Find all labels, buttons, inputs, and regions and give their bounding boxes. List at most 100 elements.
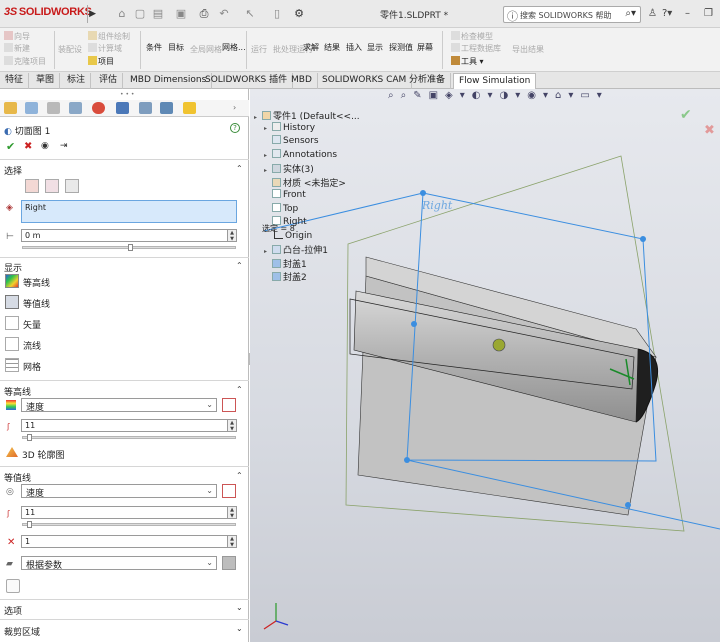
offset-spinner[interactable]: ▲ ▼ (227, 230, 236, 241)
help-search-input[interactable]: ⓘ 搜索 SOLIDWORKS 帮助 ⌕▾ (503, 6, 641, 23)
ribbon-clone-project[interactable]: 克隆项目 (4, 56, 46, 67)
help-icon[interactable]: ? (230, 123, 240, 133)
tree-item-boss-extrude[interactable]: ▸ 凸台-拉伸1 (264, 243, 328, 256)
section-crop-header[interactable]: 裁剪区域 (4, 625, 40, 638)
isolines-levels-input[interactable]: 11 ▲ ▼ (21, 506, 237, 519)
tree-item-annotations[interactable]: ▸ Annotations (264, 149, 337, 160)
param-settings-icon[interactable] (222, 398, 236, 412)
display-vectors-label[interactable]: 矢量 (23, 318, 41, 331)
ok-check-icon[interactable]: ✔ (6, 140, 15, 153)
ribbon-conditions[interactable]: 条件 (146, 42, 162, 53)
ribbon-screen[interactable]: 屏幕 (417, 42, 433, 53)
options-gear-icon[interactable]: ⚙ (292, 8, 306, 20)
display-streamlines-label[interactable]: 流线 (23, 339, 41, 352)
cam2-tab-icon[interactable] (160, 102, 173, 114)
3d-profile-icon[interactable] (6, 447, 18, 457)
tree-item-history[interactable]: ▸ History (264, 122, 315, 133)
iso-slider-thumb[interactable] (27, 521, 32, 528)
streamlines-icon[interactable] (5, 337, 19, 351)
section-isolines-header[interactable]: 等值线 (4, 471, 31, 484)
home-icon[interactable]: ⌂ (115, 8, 129, 20)
flow-tab-icon[interactable] (116, 102, 129, 114)
tree-item-lid2[interactable]: 封盖2 (264, 270, 307, 283)
tab-mbd[interactable]: MBD (286, 73, 318, 89)
tab-solidworks-addins[interactable]: SOLIDWORKS 插件 (200, 73, 294, 89)
tab-sketch[interactable]: 草图 (31, 73, 61, 89)
ribbon-component-draw[interactable]: 组件绘制 (88, 31, 130, 42)
dim-tab-icon[interactable] (69, 102, 82, 114)
contours-icon[interactable] (5, 274, 19, 288)
isolines-icon[interactable] (5, 295, 19, 309)
section-contours-header[interactable]: 等高线 (4, 385, 31, 398)
tabs-overflow-icon[interactable]: › (233, 103, 236, 112)
iso-levels-spinner[interactable]: ▲ ▼ (227, 507, 236, 518)
levels-slider-thumb[interactable] (27, 434, 32, 441)
contours-levels-slider[interactable] (22, 434, 236, 441)
ribbon-results[interactable]: 结果 (324, 42, 340, 53)
menu-expand-arrow[interactable]: ▶ (87, 5, 96, 23)
panel-grip[interactable]: • • • (120, 91, 134, 98)
ribbon-new[interactable]: 新建 (4, 43, 30, 54)
ribbon-probe[interactable]: 探测值 (389, 42, 413, 53)
open-icon[interactable]: ▤ (151, 8, 165, 20)
ribbon-eng-database[interactable]: 工程数据库 (451, 43, 501, 54)
display-tab-icon[interactable] (92, 102, 105, 114)
isolines-param-select[interactable]: 速度 ⌄ (21, 484, 217, 499)
levels-spinner[interactable]: ▲ ▼ (227, 420, 236, 431)
3d-profile-label[interactable]: 3D 轮廓图 (22, 448, 65, 461)
ribbon-wizard[interactable]: 向导 (4, 31, 30, 42)
offset-slider[interactable] (22, 244, 236, 251)
isolines-color-select[interactable]: 根据参数 ⌄ (21, 556, 217, 571)
feature-tree-tab-icon[interactable] (4, 102, 17, 114)
ribbon-global-mesh[interactable]: 全局网格 (190, 44, 222, 55)
expand-caret-icon[interactable]: ⌄ (236, 603, 243, 612)
help-question-icon[interactable]: ?▾ (662, 8, 672, 19)
ribbon-goals[interactable]: 目标 (168, 42, 184, 53)
tree-item-material[interactable]: 材质 <未指定> (264, 176, 346, 189)
isolines-width-input[interactable]: 1 ▲ ▼ (21, 535, 237, 548)
tab-analysis-prep[interactable]: 分析准备 (404, 73, 452, 89)
iso-settings-icon[interactable] (222, 484, 236, 498)
collapse-caret-icon[interactable]: ⌃ (236, 385, 243, 394)
tree-item-front-plane[interactable]: Front (264, 189, 306, 200)
tree-item-top-plane[interactable]: Top (264, 203, 298, 214)
offset-input[interactable]: 0 m ▲ ▼ (21, 229, 237, 242)
ribbon-tools[interactable]: 工具 ▾ (451, 56, 484, 67)
tab-features[interactable]: 特征 (0, 73, 30, 89)
ribbon-run[interactable]: 运行 (251, 44, 267, 55)
ribbon-comp-domain[interactable]: 计算域 (88, 43, 122, 54)
display-contours-label[interactable]: 等高线 (23, 276, 50, 289)
more-tab-icon[interactable] (183, 102, 196, 114)
restore-icon[interactable]: ❐ (704, 8, 713, 19)
tree-item-origin[interactable]: Origin (274, 230, 312, 241)
cancel-x-icon[interactable]: ✖ (24, 141, 32, 152)
tab-evaluate[interactable]: 评估 (94, 73, 124, 89)
ribbon-export-results[interactable]: 导出结果 (512, 44, 544, 55)
offset-slider-thumb[interactable] (128, 244, 133, 251)
rebuild-icon[interactable]: ▯ (270, 8, 284, 20)
vectors-icon[interactable] (5, 316, 19, 330)
solidworks-logo[interactable]: 3S SOLIDWORKS (4, 6, 92, 18)
display-isolines-label[interactable]: 等值线 (23, 297, 50, 310)
contours-levels-input[interactable]: 11 ▲ ▼ (21, 419, 237, 432)
isolines-levels-slider[interactable] (22, 521, 236, 528)
color-swatch[interactable] (222, 556, 236, 570)
tree-item-solid-bodies[interactable]: ▸ 实体(3) (264, 162, 314, 175)
ribbon-mesh[interactable]: 网格... (222, 42, 246, 53)
tab-markup[interactable]: 标注 (62, 73, 92, 89)
tree-item-sensors[interactable]: Sensors (264, 135, 319, 146)
tree-root[interactable]: ▸ 零件1 (Default<<... (254, 109, 360, 122)
section-display-header[interactable]: 显示 (4, 261, 22, 274)
property-tab-icon[interactable] (25, 102, 38, 114)
tab-flow-simulation[interactable]: Flow Simulation (453, 73, 537, 89)
display-mesh-label[interactable]: 网格 (23, 360, 41, 373)
preview-eye-icon[interactable]: ◉ (41, 141, 49, 151)
user-icon[interactable]: ♙ (648, 8, 657, 19)
section-selection-header[interactable]: 选择 (4, 164, 22, 177)
expand-caret-icon[interactable]: ⌄ (236, 624, 243, 633)
print-icon[interactable]: ⎙ (197, 8, 211, 20)
collapse-caret-icon[interactable]: ⌃ (236, 471, 243, 480)
collapse-caret-icon[interactable]: ⌃ (236, 261, 243, 270)
ribbon-project[interactable]: 项目 (88, 56, 114, 67)
flip-select-icon[interactable] (65, 179, 79, 193)
